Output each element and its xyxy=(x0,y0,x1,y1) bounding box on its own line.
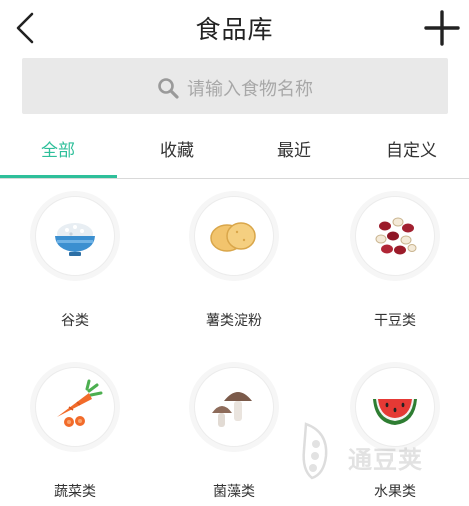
watermark: 通豆荚 xyxy=(298,418,448,488)
category-vegetables[interactable]: 蔬菜类 xyxy=(5,367,145,501)
tab-custom[interactable]: 自定义 xyxy=(386,136,437,161)
category-label: 菌藻类 xyxy=(213,484,255,500)
category-label: 薯类淀粉 xyxy=(206,313,262,329)
search-icon xyxy=(158,78,179,99)
search-bar[interactable]: 请输入食物名称 xyxy=(22,58,448,114)
pea-pod-logo-icon xyxy=(302,422,328,480)
beans-icon xyxy=(375,217,417,255)
category-dried-beans[interactable]: 干豆类 xyxy=(325,196,465,330)
category-label: 干豆类 xyxy=(374,313,416,329)
rice-bowl-icon xyxy=(55,223,95,256)
category-label: 谷类 xyxy=(61,313,89,329)
search-input[interactable]: 请输入食物名称 xyxy=(187,79,313,100)
tab-favorites[interactable]: 收藏 xyxy=(160,136,194,161)
category-label: 蔬菜类 xyxy=(54,484,96,500)
tab-all[interactable]: 全部 xyxy=(41,136,75,161)
category-mushrooms-algae[interactable]: 菌藻类 xyxy=(164,367,304,501)
category-tubers-starch[interactable]: 薯类淀粉 xyxy=(164,196,304,330)
category-grains[interactable]: 谷类 xyxy=(5,196,145,330)
page-title: 食品库 xyxy=(195,15,274,44)
carrot-icon xyxy=(57,379,103,427)
watermark-text: 通豆荚 xyxy=(348,446,423,474)
top-bar: 食品库 xyxy=(0,0,469,56)
plus-icon xyxy=(424,10,460,46)
add-food-button[interactable] xyxy=(422,8,462,48)
potato-slices-icon xyxy=(210,222,256,252)
tab-bar: 全部 收藏 最近 自定义 xyxy=(0,130,469,179)
mushroom-icon xyxy=(212,392,252,427)
tab-recent[interactable]: 最近 xyxy=(277,136,311,161)
active-tab-indicator xyxy=(0,175,117,178)
